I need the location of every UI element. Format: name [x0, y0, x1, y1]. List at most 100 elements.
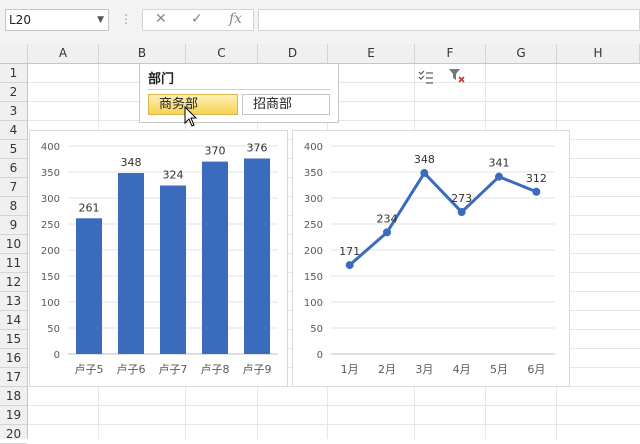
y-tick-label: 150	[304, 272, 323, 283]
row-header[interactable]: 20	[0, 425, 27, 444]
data-label: 348	[121, 156, 142, 169]
y-tick-label: 100	[304, 298, 323, 309]
y-tick-label: 150	[41, 272, 60, 283]
row-header[interactable]: 19	[0, 406, 27, 425]
name-box-value: L20	[9, 13, 31, 27]
bar	[243, 158, 271, 354]
mouse-cursor-icon	[184, 106, 198, 127]
data-label: 341	[489, 157, 510, 170]
column-header-bar: A B C D E F G H	[0, 44, 640, 64]
data-point	[532, 187, 541, 196]
row-header[interactable]: 14	[0, 311, 27, 330]
enter-icon[interactable]: ✓	[191, 11, 203, 27]
clear-filter-icon[interactable]	[448, 67, 466, 85]
x-tick-label: 1月	[341, 363, 359, 376]
y-tick-label: 400	[304, 142, 323, 153]
x-tick-label: 3月	[415, 363, 433, 376]
formula-buttons: ✕ ✓ fx	[142, 9, 254, 31]
data-label: 348	[414, 153, 435, 166]
x-tick-label: 卢子7	[159, 363, 188, 376]
y-tick-label: 250	[41, 220, 60, 231]
gridline-row	[28, 405, 640, 406]
row-header[interactable]: 12	[0, 273, 27, 292]
line-chart-plot: 0 50 100 150 200 250 300 350 400 171 1月 234 2月 348 3月 2…	[304, 142, 555, 376]
row-header[interactable]: 11	[0, 254, 27, 273]
formula-input[interactable]	[258, 9, 640, 31]
row-header[interactable]: 13	[0, 292, 27, 311]
x-tick-label: 6月	[527, 363, 545, 376]
y-tick-label: 0	[54, 350, 60, 361]
row-header[interactable]: 15	[0, 330, 27, 349]
y-tick-label: 50	[47, 324, 60, 335]
insert-function-icon[interactable]: fx	[229, 11, 242, 27]
x-tick-label: 卢子5	[75, 363, 104, 376]
row-header[interactable]: 8	[0, 197, 27, 216]
x-tick-label: 卢子9	[243, 363, 272, 376]
slicer-divider	[148, 89, 330, 90]
data-point	[457, 208, 466, 217]
data-label: 376	[247, 141, 268, 154]
gridline-row	[28, 424, 640, 425]
data-label: 171	[339, 245, 360, 258]
name-box[interactable]: L20 ▼	[5, 9, 109, 31]
column-header[interactable]: H	[557, 44, 640, 63]
row-header[interactable]: 4	[0, 121, 27, 140]
chevron-down-icon[interactable]: ▼	[97, 10, 104, 30]
data-point	[420, 169, 429, 178]
y-tick-label: 250	[304, 220, 323, 231]
line-chart[interactable]: 0 50 100 150 200 250 300 350 400 171 1月 234 2月 348 3月 2…	[292, 130, 570, 387]
bar	[201, 161, 229, 354]
multi-select-icon[interactable]	[418, 69, 434, 85]
y-tick-label: 200	[41, 246, 60, 257]
row-header-bar: 1 2 3 4 5 6 7 8 9 10 11 12 13 14 15 16 1…	[0, 64, 28, 444]
y-tick-label: 350	[304, 168, 323, 179]
bar	[117, 173, 145, 354]
row-header[interactable]: 5	[0, 140, 27, 159]
y-tick-label: 400	[41, 142, 60, 153]
x-tick-label: 卢子6	[117, 363, 146, 376]
column-header[interactable]: F	[415, 44, 486, 63]
slicer-title: 部门	[148, 72, 175, 87]
bar-chart[interactable]: 0 50 100 150 200 250 300 350 400 261 卢子5 348 卢子6 324 卢…	[29, 130, 288, 387]
data-label: 234	[377, 212, 398, 225]
data-point	[345, 261, 354, 270]
x-tick-label: 卢子8	[201, 363, 230, 376]
column-header[interactable]: E	[328, 44, 415, 63]
data-label: 324	[163, 169, 184, 182]
y-tick-label: 50	[310, 324, 323, 335]
x-tick-label: 4月	[453, 363, 471, 376]
column-header[interactable]: C	[186, 44, 258, 63]
row-header[interactable]: 2	[0, 83, 27, 102]
row-header[interactable]: 17	[0, 368, 27, 387]
row-header[interactable]: 7	[0, 178, 27, 197]
y-tick-label: 200	[304, 246, 323, 257]
row-header[interactable]: 18	[0, 387, 27, 406]
column-header[interactable]: A	[28, 44, 99, 63]
formula-bar: L20 ▼ ⋮ ✕ ✓ fx	[0, 0, 640, 44]
column-header[interactable]: D	[258, 44, 328, 63]
bar	[159, 185, 187, 354]
data-label: 312	[526, 172, 547, 185]
column-header[interactable]: G	[486, 44, 557, 63]
data-point	[495, 172, 503, 181]
row-header[interactable]: 3	[0, 102, 27, 121]
y-tick-label: 350	[41, 168, 60, 179]
slicer-item-招商部[interactable]: 招商部	[242, 94, 330, 115]
y-tick-label: 100	[41, 298, 60, 309]
select-all-corner[interactable]	[0, 44, 28, 63]
column-header[interactable]: B	[99, 44, 186, 63]
x-tick-label: 2月	[378, 363, 396, 376]
row-header[interactable]: 1	[0, 64, 27, 83]
more-icon[interactable]: ⋮	[120, 12, 132, 26]
row-header[interactable]: 10	[0, 235, 27, 254]
row-header[interactable]: 16	[0, 349, 27, 368]
row-header[interactable]: 6	[0, 159, 27, 178]
row-header[interactable]: 9	[0, 216, 27, 235]
cancel-icon[interactable]: ✕	[155, 11, 167, 27]
department-slicer[interactable]: 部门 商务部 招商部	[139, 63, 465, 123]
bar	[75, 218, 103, 354]
data-label: 273	[451, 192, 472, 205]
data-label: 261	[79, 201, 100, 214]
y-tick-label: 300	[304, 194, 323, 205]
data-label: 370	[205, 145, 226, 158]
